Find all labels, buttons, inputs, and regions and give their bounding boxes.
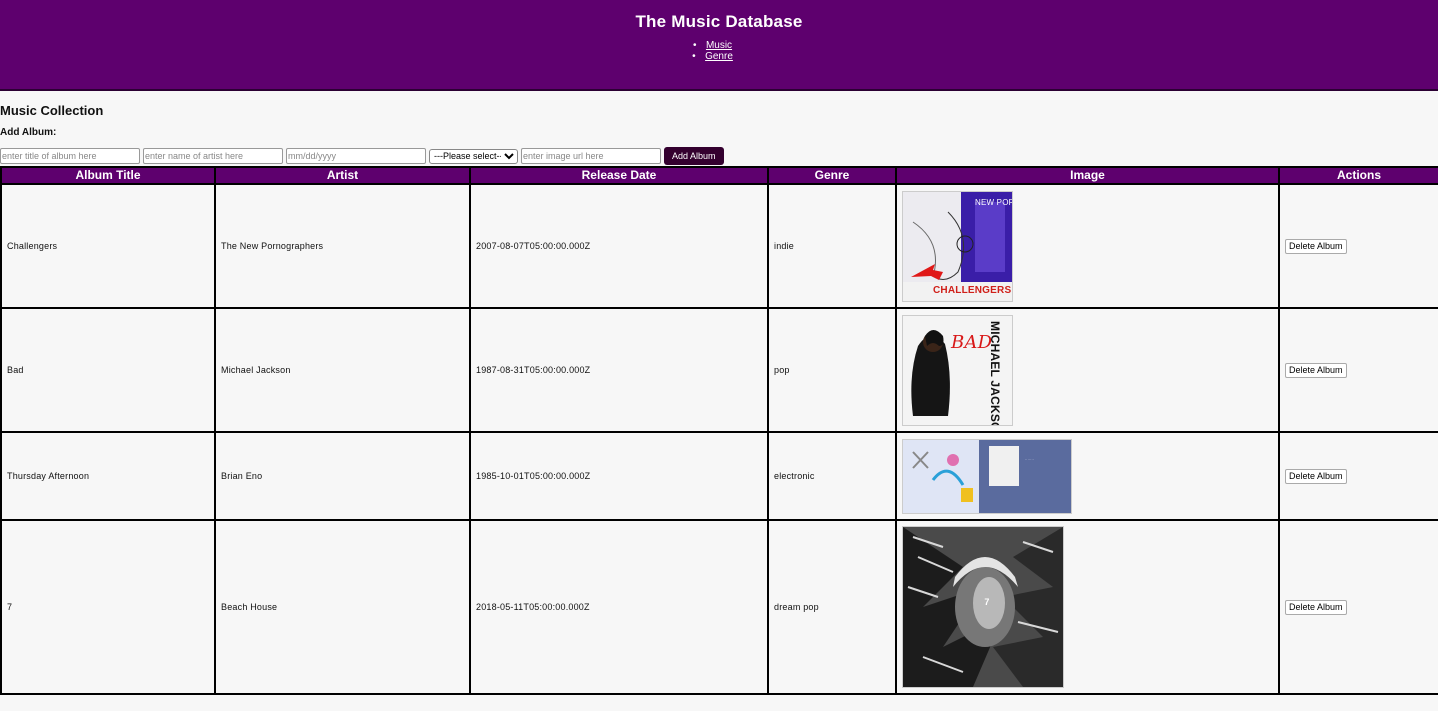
album-title-cell: Thursday Afternoon	[0, 431, 216, 521]
cover-text-bottom: CHALLENGERS	[933, 285, 1011, 296]
genre-select[interactable]: ---Please select---	[429, 148, 518, 164]
album-title-input[interactable]	[0, 148, 140, 164]
artist-cell: Beach House	[214, 519, 471, 695]
actions-cell: Delete Album	[1278, 431, 1438, 521]
table-row: Bad Michael Jackson 1987-08-31T05:00:00.…	[0, 307, 1438, 433]
genre-cell: indie	[767, 183, 897, 309]
cover-text-top: 7	[984, 597, 989, 607]
artist-name-input[interactable]	[143, 148, 283, 164]
delete-album-button[interactable]: Delete Album	[1285, 362, 1347, 378]
image-cell: .......	[895, 431, 1280, 521]
artist-cell: Michael Jackson	[214, 307, 471, 433]
section-title: Music Collection	[0, 103, 104, 118]
genre-cell: electronic	[767, 431, 897, 521]
album-cover-image: BAD MICHAEL JACKSON	[902, 314, 1013, 426]
release-date-cell: 2018-05-11T05:00:00.000Z	[469, 519, 769, 695]
actions-cell: Delete Album	[1278, 183, 1438, 309]
cover-text-top: BAD	[950, 332, 993, 353]
delete-album-button[interactable]: Delete Album	[1285, 238, 1347, 254]
release-date-input[interactable]	[286, 148, 426, 164]
column-header-image: Image	[895, 166, 1280, 185]
artist-cell: The New Pornographers	[214, 183, 471, 309]
main-nav: Music Genre	[0, 40, 1438, 62]
image-cell: BAD MICHAEL JACKSON	[895, 307, 1280, 433]
image-cell: NEW PORNOGRAPHERS CHALLENGERS	[895, 183, 1280, 309]
table-header-row: Album Title Artist Release Date Genre Im…	[0, 166, 1438, 185]
site-title: The Music Database	[635, 12, 803, 31]
column-header-actions: Actions	[1278, 166, 1438, 185]
album-cover-image: 7	[902, 526, 1064, 688]
genre-cell: dream pop	[767, 519, 897, 695]
column-header-album-title: Album Title	[0, 166, 216, 185]
add-album-label: Add Album:	[0, 127, 57, 138]
column-header-release-date: Release Date	[469, 166, 769, 185]
cover-text-top: NEW PORNOGRAPHERS	[975, 198, 1013, 207]
nav-link-genre[interactable]: Genre	[705, 51, 733, 62]
actions-cell: Delete Album	[1278, 519, 1438, 695]
artist-cell: Brian Eno	[214, 431, 471, 521]
column-header-artist: Artist	[214, 166, 471, 185]
image-url-input[interactable]	[521, 148, 661, 164]
add-album-form: ---Please select--- Add Album	[0, 147, 1438, 165]
genre-cell: pop	[767, 307, 897, 433]
svg-text:.......: .......	[1025, 456, 1034, 461]
image-cell: 7	[895, 519, 1280, 695]
release-date-cell: 1985-10-01T05:00:00.000Z	[469, 431, 769, 521]
delete-album-button[interactable]: Delete Album	[1285, 599, 1347, 615]
album-title-cell: Bad	[0, 307, 216, 433]
release-date-cell: 2007-08-07T05:00:00.000Z	[469, 183, 769, 309]
release-date-cell: 1987-08-31T05:00:00.000Z	[469, 307, 769, 433]
album-cover-image: .......	[902, 438, 1072, 514]
table-row: Challengers The New Pornographers 2007-0…	[0, 183, 1438, 309]
add-album-button[interactable]: Add Album	[664, 147, 724, 165]
table-row: Thursday Afternoon Brian Eno 1985-10-01T…	[0, 431, 1438, 521]
delete-album-button[interactable]: Delete Album	[1285, 468, 1347, 484]
table-row: 7 Beach House 2018-05-11T05:00:00.000Z d…	[0, 519, 1438, 695]
album-title-cell: Challengers	[0, 183, 216, 309]
site-header: The Music Database Music Genre	[0, 0, 1438, 91]
nav-link-music[interactable]: Music	[706, 40, 732, 51]
column-header-genre: Genre	[767, 166, 897, 185]
album-table: Album Title Artist Release Date Genre Im…	[0, 166, 1438, 695]
album-title-cell: 7	[0, 519, 216, 695]
cover-text-bottom: MICHAEL JACKSON	[988, 321, 1002, 426]
album-cover-image: NEW PORNOGRAPHERS CHALLENGERS	[902, 190, 1013, 302]
actions-cell: Delete Album	[1278, 307, 1438, 433]
